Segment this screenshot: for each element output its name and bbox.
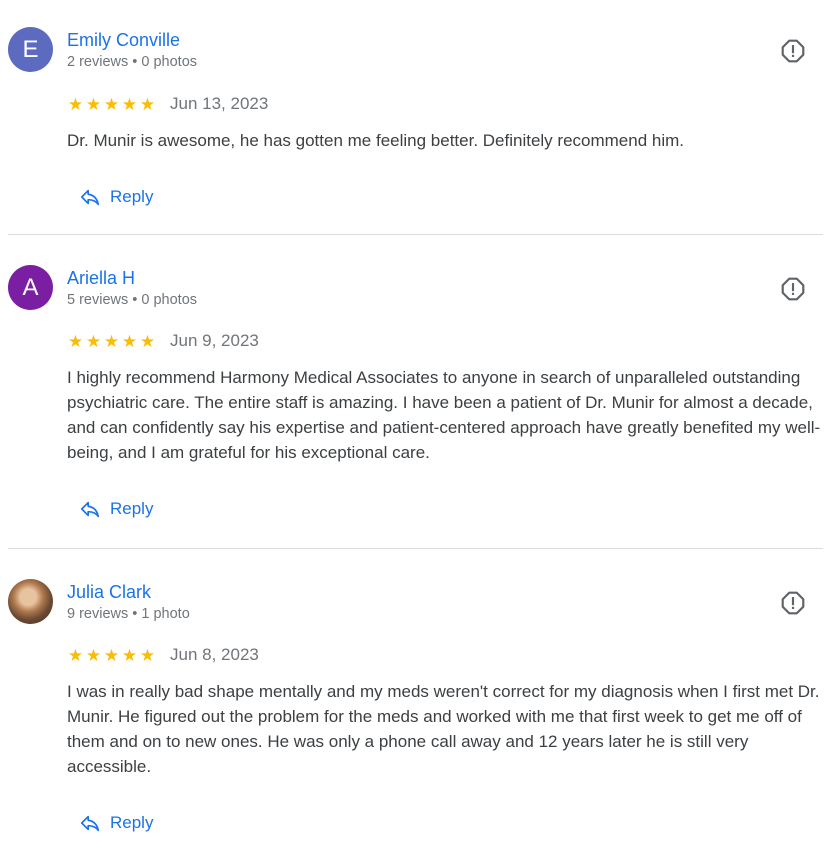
avatar-photo[interactable]	[8, 579, 53, 624]
review-date: Jun 8, 2023	[170, 645, 259, 664]
review-header: A Ariella H 5 reviews • 0 photos	[8, 265, 823, 310]
author-meta: 5 reviews • 0 photos	[67, 292, 198, 308]
star-icon: ★	[103, 94, 120, 114]
author-info: Ariella H 5 reviews • 0 photos	[67, 265, 197, 310]
star-rating: ★ ★ ★ ★ ★	[67, 333, 156, 350]
rating-row: ★ ★ ★ ★ ★ Jun 13, 2023	[67, 92, 823, 116]
author-info: Julia Clark 9 reviews • 1 photo	[67, 579, 190, 624]
author-meta: 9 reviews • 1 photo	[67, 606, 190, 622]
star-icon: ★	[67, 645, 84, 665]
rating-row: ★ ★ ★ ★ ★ Jun 8, 2023	[67, 643, 823, 667]
star-icon: ★	[139, 331, 156, 351]
review-text: I highly recommend Harmony Medical Assoc…	[67, 368, 821, 462]
review-card: E Emily Conville 2 reviews • 0 photos ★ …	[8, 0, 823, 235]
star-icon: ★	[67, 94, 84, 114]
reply-arrow-icon	[80, 501, 100, 518]
author-name[interactable]: Emily Conville	[67, 29, 197, 51]
star-rating: ★ ★ ★ ★ ★	[67, 647, 156, 664]
review-date: Jun 13, 2023	[170, 94, 269, 113]
author-name[interactable]: Ariella H	[67, 267, 197, 289]
star-icon: ★	[139, 645, 156, 665]
author-meta: 2 reviews • 0 photos	[67, 54, 198, 70]
reply-arrow-icon	[80, 815, 100, 832]
reply-label: Reply	[110, 187, 154, 206]
star-icon: ★	[85, 331, 102, 351]
reply-button[interactable]: Reply	[79, 498, 153, 520]
review-date: Jun 9, 2023	[170, 331, 259, 350]
star-rating: ★ ★ ★ ★ ★	[67, 96, 156, 113]
reply-button[interactable]: Reply	[79, 186, 153, 208]
report-icon[interactable]	[780, 38, 806, 64]
review-text: I was in really bad shape mentally and m…	[67, 682, 820, 776]
author-name[interactable]: Julia Clark	[67, 581, 190, 603]
review-header: Julia Clark 9 reviews • 1 photo	[8, 579, 823, 624]
report-icon[interactable]	[780, 590, 806, 616]
star-icon: ★	[85, 94, 102, 114]
review-card: A Ariella H 5 reviews • 0 photos ★ ★ ★ ★…	[8, 235, 823, 549]
star-icon: ★	[121, 331, 138, 351]
rating-row: ★ ★ ★ ★ ★ Jun 9, 2023	[67, 329, 823, 353]
star-icon: ★	[139, 94, 156, 114]
star-icon: ★	[67, 331, 84, 351]
review-card: Julia Clark 9 reviews • 1 photo ★ ★ ★ ★ …	[8, 549, 823, 857]
star-icon: ★	[121, 645, 138, 665]
report-icon[interactable]	[780, 276, 806, 302]
reply-label: Reply	[110, 499, 154, 518]
avatar[interactable]: A	[8, 265, 53, 310]
review-text: Dr. Munir is awesome, he has gotten me f…	[67, 131, 685, 150]
reply-button[interactable]: Reply	[79, 812, 153, 834]
author-info: Emily Conville 2 reviews • 0 photos	[67, 27, 197, 72]
star-icon: ★	[121, 94, 138, 114]
avatar[interactable]: E	[8, 27, 53, 72]
star-icon: ★	[103, 331, 120, 351]
reply-arrow-icon	[80, 189, 100, 206]
star-icon: ★	[103, 645, 120, 665]
reply-label: Reply	[110, 813, 154, 832]
star-icon: ★	[85, 645, 102, 665]
review-header: E Emily Conville 2 reviews • 0 photos	[8, 27, 823, 72]
